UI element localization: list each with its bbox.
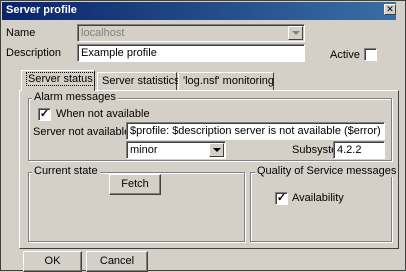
- tab-log-monitoring[interactable]: 'log.nsf' monitoring: [178, 72, 274, 90]
- qos-group: Quality of Service messages: [250, 165, 399, 242]
- chevron-down-icon: [288, 26, 303, 40]
- availability-checkbox[interactable]: ✓: [275, 192, 288, 205]
- tab-label: Server statistics: [102, 75, 180, 87]
- active-checkbox[interactable]: [364, 48, 377, 61]
- name-value: localhost: [81, 27, 125, 39]
- when-not-available-checkbox[interactable]: ✓: [38, 108, 51, 121]
- alarm-message-value: $profile: $description server is not ava…: [130, 125, 381, 137]
- tab-server-statistics[interactable]: Server statistics: [97, 72, 180, 90]
- server-profile-dialog: Server profile ✕ Name localhost Descript…: [0, 0, 406, 272]
- ok-button[interactable]: OK: [23, 251, 82, 272]
- name-combobox: localhost: [77, 24, 305, 42]
- fetch-button[interactable]: Fetch: [109, 174, 161, 195]
- severity-select[interactable]: minor: [126, 141, 226, 159]
- active-label: Active: [330, 49, 360, 61]
- tab-label: Server status: [26, 72, 95, 86]
- check-icon: ✓: [39, 108, 50, 120]
- severity-value: minor: [130, 144, 158, 156]
- cancel-button[interactable]: Cancel: [86, 251, 148, 272]
- when-not-available-label: When not available: [56, 108, 150, 120]
- description-label: Description: [6, 47, 62, 59]
- close-icon[interactable]: ✕: [384, 4, 396, 15]
- subsystem-field[interactable]: 4.2.2: [333, 141, 385, 159]
- current-state-title: Current state: [32, 165, 100, 177]
- subsystem-value: 4.2.2: [337, 144, 362, 156]
- chevron-down-icon[interactable]: [209, 143, 224, 157]
- tab-server-status[interactable]: Server status: [21, 70, 95, 91]
- qos-title: Quality of Service messages: [255, 165, 399, 177]
- availability-label: Availability: [292, 192, 344, 204]
- description-field[interactable]: Example profile: [77, 44, 305, 62]
- tab-label: 'log.nsf' monitoring: [183, 75, 275, 87]
- window-title: Server profile: [6, 4, 77, 16]
- alarm-messages-title: Alarm messages: [32, 91, 118, 103]
- description-value: Example profile: [81, 47, 157, 59]
- check-icon: ✓: [276, 192, 287, 204]
- name-label: Name: [6, 27, 36, 39]
- alarm-message-field[interactable]: $profile: $description server is not ava…: [126, 122, 385, 140]
- title-bar[interactable]: Server profile: [2, 2, 396, 20]
- server-not-available-label: Server not available: [33, 126, 131, 138]
